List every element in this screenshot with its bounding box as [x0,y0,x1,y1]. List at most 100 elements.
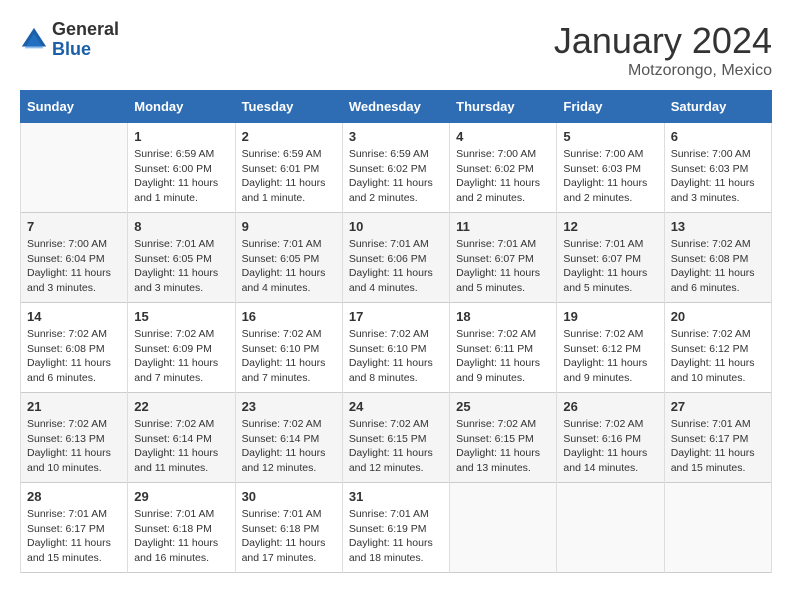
day-number: 24 [349,399,443,414]
day-number: 5 [563,129,657,144]
day-info: Sunrise: 6:59 AMSunset: 6:02 PMDaylight:… [349,147,443,206]
calendar-cell: 12Sunrise: 7:01 AMSunset: 6:07 PMDayligh… [557,213,664,303]
calendar-cell: 20Sunrise: 7:02 AMSunset: 6:12 PMDayligh… [664,303,771,393]
calendar-cell: 21 Sunrise: 7:02 AMSunset: 6:13 PMDayligh… [21,393,128,483]
weekday-header: Thursday [450,91,557,123]
day-info: Sunrise: 7:02 AMSunset: 6:16 PMDaylight:… [563,417,657,476]
day-number: 14 [27,309,121,324]
calendar-cell: 19Sunrise: 7:02 AMSunset: 6:12 PMDayligh… [557,303,664,393]
day-number: 10 [349,219,443,234]
day-number: 11 [456,219,550,234]
day-info: Sunrise: 7:00 AMSunset: 6:02 PMDaylight:… [456,147,550,206]
day-number: 19 [563,309,657,324]
day-info: Sunrise: 7:02 AMSunset: 6:10 PMDaylight:… [242,327,336,386]
day-number: 15 [134,309,228,324]
weekday-header: Monday [128,91,235,123]
day-number: 6 [671,129,765,144]
calendar-cell: 5Sunrise: 7:00 AMSunset: 6:03 PMDaylight… [557,123,664,213]
day-number: 2 [242,129,336,144]
day-info: Sunrise: 6:59 AMSunset: 6:01 PMDaylight:… [242,147,336,206]
day-number: 9 [242,219,336,234]
calendar-cell: 31 Sunrise: 7:01 AMSunset: 6:19 PMDayligh… [342,483,449,573]
calendar-cell: 1Sunrise: 6:59 AMSunset: 6:00 PMDaylight… [128,123,235,213]
day-info: Sunrise: 7:01 AMSunset: 6:06 PMDaylight:… [349,237,443,296]
calendar-cell [21,123,128,213]
calendar-cell: 22 Sunrise: 7:02 AMSunset: 6:14 PMDayligh… [128,393,235,483]
calendar-cell: 8Sunrise: 7:01 AMSunset: 6:05 PMDaylight… [128,213,235,303]
calendar-cell: 29 Sunrise: 7:01 AMSunset: 6:18 PMDayligh… [128,483,235,573]
day-info: Sunrise: 7:00 AMSunset: 6:03 PMDaylight:… [671,147,765,206]
calendar-cell: 24Sunrise: 7:02 AMSunset: 6:15 PMDayligh… [342,393,449,483]
day-number: 1 [134,129,228,144]
calendar-cell: 27 Sunrise: 7:01 AMSunset: 6:17 PMDayligh… [664,393,771,483]
day-info: Sunrise: 7:02 AMSunset: 6:08 PMDaylight:… [671,237,765,296]
page-header: General Blue January 2024 Motzorongo, Me… [20,20,772,80]
calendar-week-row: 14 Sunrise: 7:02 AMSunset: 6:08 PMDayligh… [21,303,772,393]
day-number: 3 [349,129,443,144]
day-info: Sunrise: 7:01 AMSunset: 6:18 PMDaylight:… [242,507,336,566]
logo: General Blue [20,20,119,60]
day-info: Sunrise: 7:01 AMSunset: 6:05 PMDaylight:… [242,237,336,296]
day-number: 29 [134,489,228,504]
day-info: Sunrise: 7:00 AMSunset: 6:04 PMDaylight:… [27,237,121,296]
day-info: Sunrise: 7:02 AMSunset: 6:10 PMDaylight:… [349,327,443,386]
weekday-header-row: SundayMondayTuesdayWednesdayThursdayFrid… [21,91,772,123]
calendar-cell [557,483,664,573]
day-info: Sunrise: 7:02 AMSunset: 6:08 PMDaylight:… [27,327,121,386]
day-number: 17 [349,309,443,324]
day-info: Sunrise: 7:01 AMSunset: 6:07 PMDaylight:… [456,237,550,296]
calendar-week-row: 1Sunrise: 6:59 AMSunset: 6:00 PMDaylight… [21,123,772,213]
weekday-header: Friday [557,91,664,123]
calendar-cell: 13 Sunrise: 7:02 AMSunset: 6:08 PMDayligh… [664,213,771,303]
calendar-cell: 26 Sunrise: 7:02 AMSunset: 6:16 PMDayligh… [557,393,664,483]
weekday-header: Saturday [664,91,771,123]
calendar-cell: 23Sunrise: 7:02 AMSunset: 6:14 PMDayligh… [235,393,342,483]
day-info: Sunrise: 7:02 AMSunset: 6:14 PMDaylight:… [134,417,228,476]
calendar-cell: 30 Sunrise: 7:01 AMSunset: 6:18 PMDayligh… [235,483,342,573]
day-number: 22 [134,399,228,414]
day-number: 8 [134,219,228,234]
day-info: Sunrise: 7:01 AMSunset: 6:17 PMDaylight:… [27,507,121,566]
logo-icon [20,26,48,54]
calendar-cell [664,483,771,573]
calendar-cell: 25Sunrise: 7:02 AMSunset: 6:15 PMDayligh… [450,393,557,483]
title-block: January 2024 Motzorongo, Mexico [554,20,772,80]
day-number: 4 [456,129,550,144]
day-number: 27 [671,399,765,414]
calendar-cell: 4 Sunrise: 7:00 AMSunset: 6:02 PMDaylight… [450,123,557,213]
day-number: 31 [349,489,443,504]
calendar-week-row: 7 Sunrise: 7:00 AMSunset: 6:04 PMDaylight… [21,213,772,303]
weekday-header: Sunday [21,91,128,123]
day-info: Sunrise: 7:01 AMSunset: 6:07 PMDaylight:… [563,237,657,296]
calendar-cell: 10 Sunrise: 7:01 AMSunset: 6:06 PMDayligh… [342,213,449,303]
day-number: 25 [456,399,550,414]
day-number: 21 [27,399,121,414]
day-number: 26 [563,399,657,414]
calendar-cell: 6 Sunrise: 7:00 AMSunset: 6:03 PMDaylight… [664,123,771,213]
day-number: 7 [27,219,121,234]
day-info: Sunrise: 7:02 AMSunset: 6:13 PMDaylight:… [27,417,121,476]
day-info: Sunrise: 7:01 AMSunset: 6:19 PMDaylight:… [349,507,443,566]
weekday-header: Tuesday [235,91,342,123]
calendar-week-row: 21 Sunrise: 7:02 AMSunset: 6:13 PMDayligh… [21,393,772,483]
calendar-cell: 17 Sunrise: 7:02 AMSunset: 6:10 PMDayligh… [342,303,449,393]
calendar-cell: 16Sunrise: 7:02 AMSunset: 6:10 PMDayligh… [235,303,342,393]
calendar-cell: 2 Sunrise: 6:59 AMSunset: 6:01 PMDaylight… [235,123,342,213]
calendar-cell [450,483,557,573]
day-info: Sunrise: 7:01 AMSunset: 6:17 PMDaylight:… [671,417,765,476]
day-info: Sunrise: 7:02 AMSunset: 6:11 PMDaylight:… [456,327,550,386]
day-number: 13 [671,219,765,234]
calendar-cell: 28Sunrise: 7:01 AMSunset: 6:17 PMDayligh… [21,483,128,573]
day-info: Sunrise: 7:01 AMSunset: 6:18 PMDaylight:… [134,507,228,566]
calendar-cell: 18 Sunrise: 7:02 AMSunset: 6:11 PMDayligh… [450,303,557,393]
calendar-week-row: 28Sunrise: 7:01 AMSunset: 6:17 PMDayligh… [21,483,772,573]
day-info: Sunrise: 7:02 AMSunset: 6:14 PMDaylight:… [242,417,336,476]
logo-text: General Blue [52,20,119,60]
weekday-header: Wednesday [342,91,449,123]
day-number: 20 [671,309,765,324]
calendar-table: SundayMondayTuesdayWednesdayThursdayFrid… [20,90,772,573]
calendar-cell: 3 Sunrise: 6:59 AMSunset: 6:02 PMDaylight… [342,123,449,213]
day-number: 18 [456,309,550,324]
calendar-title: January 2024 [554,20,772,62]
day-number: 30 [242,489,336,504]
